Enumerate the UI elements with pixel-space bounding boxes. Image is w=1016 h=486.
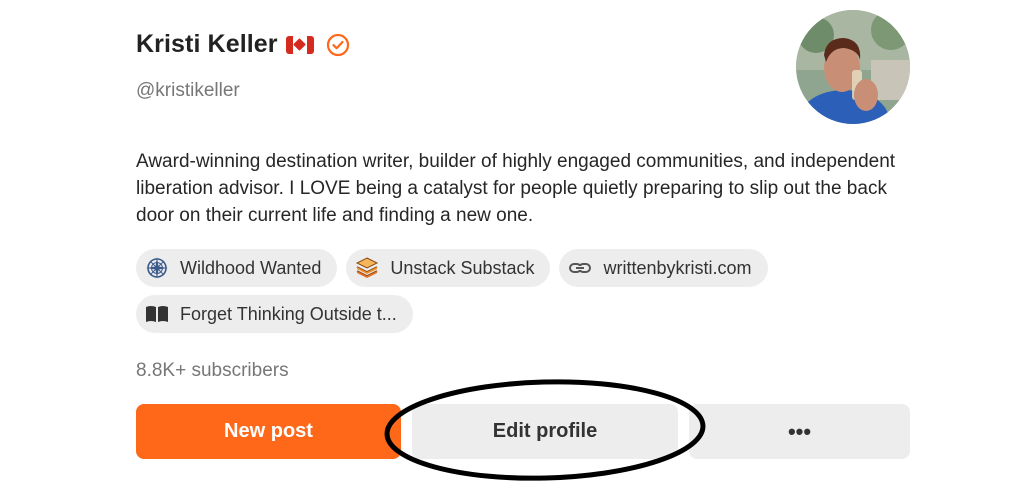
link-label: Forget Thinking Outside t... xyxy=(180,303,397,324)
avatar[interactable] xyxy=(796,10,910,124)
link-label: writtenbykristi.com xyxy=(603,257,752,278)
subscriber-count[interactable]: 8.8K+ subscribers xyxy=(136,360,289,382)
profile-bio: Award-winning destination writer, builde… xyxy=(136,151,896,226)
profile-name: Kristi Keller xyxy=(136,30,278,58)
book-icon xyxy=(144,301,170,327)
profile-links: Wildhood Wanted Unstack Substack written… xyxy=(136,249,816,333)
annotation-ellipse xyxy=(384,379,706,481)
link-label: Wildhood Wanted xyxy=(180,257,322,278)
link-icon xyxy=(567,255,593,281)
link-pill-wildhood-wanted[interactable]: Wildhood Wanted xyxy=(136,249,338,287)
compass-icon xyxy=(144,255,170,281)
canada-flag-icon xyxy=(285,35,314,54)
new-post-button[interactable]: New post xyxy=(136,404,401,459)
stack-icon xyxy=(354,255,380,281)
link-pill-forget-thinking[interactable]: Forget Thinking Outside t... xyxy=(136,295,413,333)
link-pill-unstack-substack[interactable]: Unstack Substack xyxy=(346,249,551,287)
verified-badge-icon xyxy=(326,33,349,56)
profile-handle: @kristikeller xyxy=(136,80,240,101)
link-label: Unstack Substack xyxy=(390,257,535,278)
name-row: Kristi Keller xyxy=(136,30,350,59)
more-options-button[interactable]: ••• xyxy=(689,404,910,459)
link-pill-writtenbykristi[interactable]: writtenbykristi.com xyxy=(559,249,768,287)
avatar-photo xyxy=(796,10,910,124)
